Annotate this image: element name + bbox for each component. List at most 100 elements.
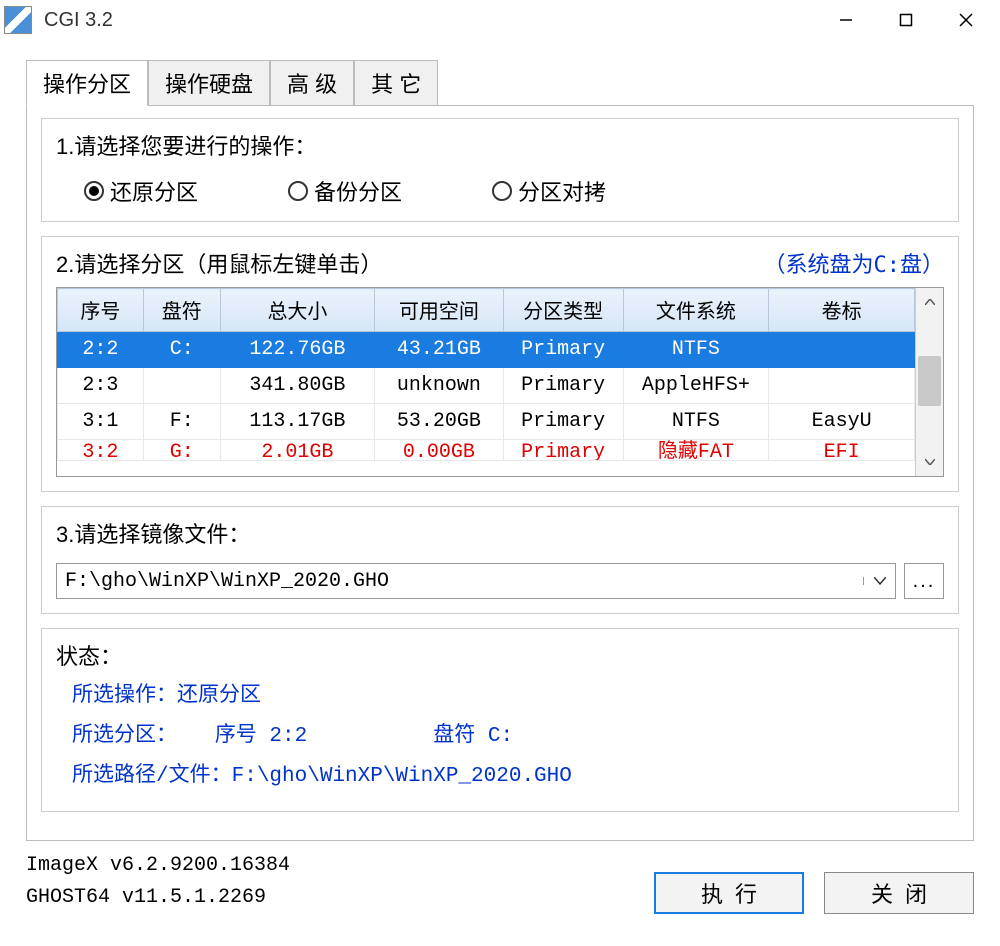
section1-title: 1.请选择您要进行的操作：	[56, 129, 944, 161]
status-part-idx-value: 2:2	[269, 725, 307, 748]
table-cell: 3:2	[58, 440, 144, 461]
status-path-label: 所选路径/文件：	[72, 765, 232, 788]
tab-content: 1.请选择您要进行的操作： 还原分区 备份分区 分区对拷 2.请选择分区（用	[26, 105, 974, 841]
table-cell: 341.80GB	[220, 368, 374, 404]
scroll-down-icon[interactable]	[916, 448, 943, 476]
table-cell: AppleHFS+	[623, 368, 769, 404]
image-path-input[interactable]	[57, 570, 863, 593]
execute-button[interactable]: 执行	[654, 872, 804, 914]
radio-clone-partition[interactable]: 分区对拷	[492, 175, 606, 207]
section2-title: 2.请选择分区（用鼠标左键单击）	[56, 247, 382, 279]
radio-backup-partition[interactable]: 备份分区	[288, 175, 402, 207]
status-part-letter-value: C:	[488, 725, 513, 748]
app-window: CGI 3.2 操作分区 操作硬盘 高 级 其 它 1.请选择您要进行的操作：	[0, 0, 1000, 946]
close-app-button[interactable]: 关闭	[824, 872, 974, 914]
maximize-button[interactable]	[876, 0, 936, 40]
tab-advanced[interactable]: 高 级	[270, 60, 354, 106]
col-letter[interactable]: 盘符	[143, 289, 220, 332]
window-title: CGI 3.2	[44, 9, 113, 32]
status-body: 所选操作：还原分区 所选分区： 序号 2:2 盘符 C: 所选路径/文件：F:\…	[56, 677, 944, 797]
radio-icon	[84, 181, 104, 201]
tab-partition[interactable]: 操作分区	[26, 60, 148, 106]
system-disk-hint: （系统盘为C:盘）	[764, 247, 945, 279]
table-cell: Primary	[503, 404, 623, 440]
scroll-up-icon[interactable]	[916, 288, 943, 316]
radio-restore-partition[interactable]: 还原分区	[84, 175, 198, 207]
table-cell: 3:1	[58, 404, 144, 440]
table-cell: 43.21GB	[375, 332, 504, 368]
minimize-button[interactable]	[816, 0, 876, 40]
status-partition-line: 所选分区： 序号 2:2 盘符 C:	[72, 717, 944, 757]
table-cell: NTFS	[623, 332, 769, 368]
radio-label: 备份分区	[314, 175, 402, 207]
partition-table: 序号 盘符 总大小 可用空间 分区类型 文件系统 卷标 2:2C:122.76G…	[57, 288, 915, 461]
image-path-combo[interactable]	[56, 563, 896, 599]
table-cell: 2:2	[58, 332, 144, 368]
status-op-value: 还原分区	[177, 685, 261, 708]
status-op-label: 所选操作：	[72, 685, 177, 708]
table-cell: 0.00GB	[375, 440, 504, 461]
tab-disk[interactable]: 操作硬盘	[148, 60, 270, 106]
operation-radio-group: 还原分区 备份分区 分区对拷	[56, 175, 944, 207]
table-cell: unknown	[375, 368, 504, 404]
tab-bar: 操作分区 操作硬盘 高 级 其 它	[0, 40, 1000, 106]
table-cell: F:	[143, 404, 220, 440]
table-cell: Primary	[503, 440, 623, 461]
window-controls	[816, 0, 996, 40]
table-cell: 2.01GB	[220, 440, 374, 461]
section-operation: 1.请选择您要进行的操作： 还原分区 备份分区 分区对拷	[41, 118, 959, 222]
close-button[interactable]	[936, 0, 996, 40]
col-fs[interactable]: 文件系统	[623, 289, 769, 332]
table-cell: G:	[143, 440, 220, 461]
col-free[interactable]: 可用空间	[375, 289, 504, 332]
table-row[interactable]: 3:1F:113.17GB53.20GBPrimaryNTFSEasyU	[58, 404, 915, 440]
browse-button[interactable]: ...	[904, 563, 944, 599]
table-cell: 53.20GB	[375, 404, 504, 440]
version-info: ImageX v6.2.9200.16384 GHOST64 v11.5.1.2…	[26, 850, 290, 914]
table-cell: C:	[143, 332, 220, 368]
col-index[interactable]: 序号	[58, 289, 144, 332]
status-part-label: 所选分区：	[72, 725, 177, 748]
table-cell: 隐藏FAT	[623, 440, 769, 461]
col-type[interactable]: 分区类型	[503, 289, 623, 332]
chevron-down-icon	[874, 577, 886, 585]
footer: ImageX v6.2.9200.16384 GHOST64 v11.5.1.2…	[0, 850, 1000, 924]
radio-icon	[492, 181, 512, 201]
table-cell: 122.76GB	[220, 332, 374, 368]
ghost-version: GHOST64 v11.5.1.2269	[26, 882, 290, 914]
status-title: 状态：	[56, 639, 944, 671]
table-scrollbar[interactable]	[915, 288, 943, 476]
partition-table-wrap: 序号 盘符 总大小 可用空间 分区类型 文件系统 卷标 2:2C:122.76G…	[56, 287, 944, 477]
table-header-row: 序号 盘符 总大小 可用空间 分区类型 文件系统 卷标	[58, 289, 915, 332]
table-cell: 2:3	[58, 368, 144, 404]
radio-icon	[288, 181, 308, 201]
app-icon	[4, 6, 32, 34]
col-label[interactable]: 卷标	[769, 289, 915, 332]
table-cell: Primary	[503, 368, 623, 404]
status-part-letter-label: 盘符	[433, 725, 475, 748]
table-cell: 113.17GB	[220, 404, 374, 440]
table-cell: EFI	[769, 440, 915, 461]
scroll-track[interactable]	[916, 316, 943, 448]
table-cell	[143, 368, 220, 404]
col-total[interactable]: 总大小	[220, 289, 374, 332]
table-row[interactable]: 2:2C:122.76GB43.21GBPrimaryNTFS	[58, 332, 915, 368]
table-cell	[769, 332, 915, 368]
scroll-thumb[interactable]	[918, 356, 941, 406]
tab-other[interactable]: 其 它	[354, 60, 438, 106]
partition-table-scroll[interactable]: 序号 盘符 总大小 可用空间 分区类型 文件系统 卷标 2:2C:122.76G…	[57, 288, 915, 476]
status-operation-line: 所选操作：还原分区	[72, 677, 944, 717]
combo-dropdown-button[interactable]	[863, 577, 895, 585]
imagex-version: ImageX v6.2.9200.16384	[26, 850, 290, 882]
status-part-idx-label: 序号	[215, 725, 257, 748]
table-cell: NTFS	[623, 404, 769, 440]
section3-title: 3.请选择镜像文件：	[56, 517, 944, 549]
status-path-line: 所选路径/文件：F:\gho\WinXP\WinXP_2020.GHO	[72, 757, 944, 797]
section-image-file: 3.请选择镜像文件： ...	[41, 506, 959, 614]
radio-label: 分区对拷	[518, 175, 606, 207]
status-path-value: F:\gho\WinXP\WinXP_2020.GHO	[232, 765, 572, 788]
table-row[interactable]: 3:2G:2.01GB0.00GBPrimary隐藏FATEFI	[58, 440, 915, 461]
table-row[interactable]: 2:3 341.80GBunknownPrimaryAppleHFS+	[58, 368, 915, 404]
section-status: 状态： 所选操作：还原分区 所选分区： 序号 2:2 盘符 C: 所选路径/文件…	[41, 628, 959, 812]
table-cell: Primary	[503, 332, 623, 368]
